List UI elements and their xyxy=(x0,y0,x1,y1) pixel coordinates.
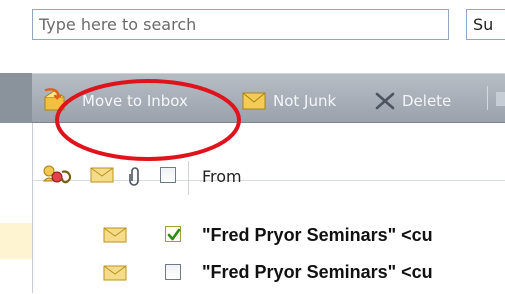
search-scope-dropdown[interactable]: Su xyxy=(466,9,505,40)
row-checkbox-checked[interactable] xyxy=(165,226,181,242)
not-junk-button[interactable]: Not Junk xyxy=(240,86,370,114)
unread-envelope-icon xyxy=(103,265,127,281)
move-to-inbox-label: Move to Inbox xyxy=(82,92,188,110)
read-status-envelope-icon[interactable] xyxy=(90,166,114,184)
toolbar-overflow-icon[interactable] xyxy=(496,92,505,106)
not-junk-envelope-icon xyxy=(242,92,266,110)
row-from-text: "Fred Pryor Seminars" <cu xyxy=(202,262,433,282)
not-junk-label: Not Junk xyxy=(273,92,337,110)
left-panel-strip xyxy=(0,123,32,293)
search-input[interactable] xyxy=(32,9,449,40)
toolbar-separator xyxy=(487,86,488,110)
unread-envelope-icon xyxy=(103,227,127,243)
move-to-inbox-icon xyxy=(44,88,65,111)
checkmark-icon xyxy=(167,228,181,241)
toolbar-left-edge xyxy=(0,73,32,123)
flag-attachment-status-icon[interactable] xyxy=(42,164,78,186)
delete-button[interactable]: Delete xyxy=(372,86,480,114)
row-from-text: "Fred Pryor Seminars" <cu xyxy=(202,225,433,245)
search-scope-label: Su xyxy=(473,15,494,34)
row-checkbox[interactable] xyxy=(165,264,181,280)
delete-label: Delete xyxy=(402,92,452,110)
from-column-header[interactable]: From xyxy=(202,167,242,186)
column-divider xyxy=(188,161,189,195)
select-all-checkbox[interactable] xyxy=(160,167,176,183)
delete-x-icon xyxy=(375,92,395,110)
attachment-paperclip-icon[interactable] xyxy=(128,166,142,186)
selected-row-band xyxy=(0,223,32,259)
move-to-inbox-button[interactable]: Move to Inbox xyxy=(38,86,234,114)
